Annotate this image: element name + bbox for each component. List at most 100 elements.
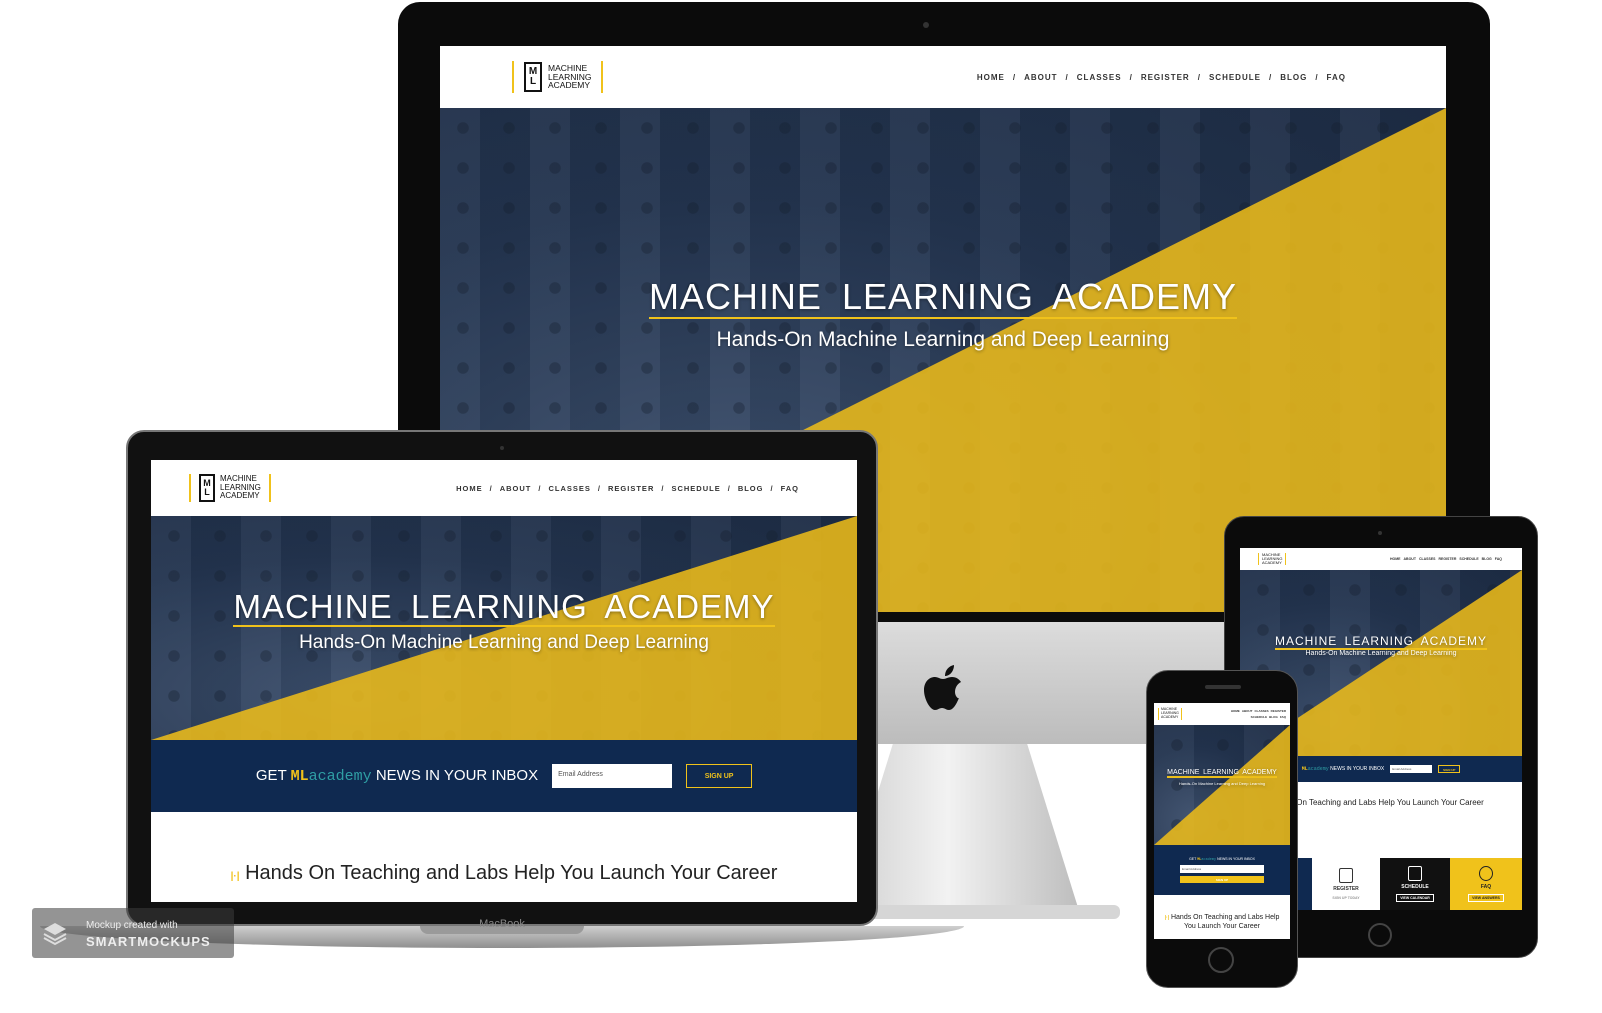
hero-title: MACHINE LEARNING ACADEMY [151, 588, 857, 627]
tile-cta: VIEW ANSWERS [1468, 894, 1504, 902]
hero-subtitle: Hands-On Machine Learning and Deep Learn… [1178, 781, 1266, 786]
macbook-camera [500, 446, 504, 450]
signup-button[interactable]: SIGN UP [1180, 876, 1264, 883]
macbook-screen: M L MACHINE LEARNING ACADEMY HOME / ABOUT… [151, 460, 857, 902]
calendar-icon [1408, 866, 1422, 881]
tile-label: SCHEDULE [1401, 884, 1429, 890]
menu-item-faq[interactable]: FAQ [1280, 715, 1286, 719]
menu-item-home[interactable]: HOME [1390, 557, 1401, 561]
hero-title-text: MACHINE LEARNING ACADEMY [648, 276, 1238, 319]
signup-button[interactable]: SIGN UP [686, 764, 753, 788]
menu-separator: / [597, 483, 602, 493]
menu-item-faq[interactable]: FAQ [1495, 557, 1502, 561]
site-navbar: M L MACHINE LEARNING ACADEMY HOME / ABOUT… [440, 46, 1446, 108]
section-heading: |·| Hands On Teaching and Labs Help You … [1154, 913, 1290, 931]
menu-separator: / [770, 483, 774, 493]
section-heading: |·| Hands On Teaching and Labs Help You … [151, 862, 857, 885]
menu-item-about[interactable]: ABOUT [1242, 709, 1253, 713]
newsletter-prefix: GET [255, 767, 287, 784]
menu-item-blog[interactable]: BLOG [1269, 715, 1278, 719]
logo-text: MACHINE LEARNING ACADEMY [220, 475, 261, 501]
heading-mark-icon: |·| [230, 871, 240, 882]
main-menu: HOME ABOUT CLASSES REGISTER SCHEDULE BLO… [1390, 557, 1502, 561]
hero-title: MACHINE LEARNING ACADEMY [440, 276, 1446, 319]
menu-item-classes[interactable]: CLASSES [1077, 73, 1122, 82]
logo-line: ACADEMY [1262, 560, 1282, 566]
tile-schedule[interactable]: SCHEDULE VIEW CALENDAR [1380, 858, 1450, 910]
menu-item-blog[interactable]: BLOG [738, 484, 764, 493]
hero-banner: MACHINE LEARNING ACADEMY Hands-On Machin… [151, 516, 857, 740]
question-icon [1479, 866, 1493, 881]
menu-item-schedule[interactable]: SCHEDULE [1459, 557, 1478, 561]
menu-item-classes[interactable]: CLASSES [548, 484, 590, 493]
menu-item-faq[interactable]: FAQ [781, 484, 799, 493]
logo-text: MACHINE LEARNING ACADEMY [548, 63, 591, 91]
watermark-line1: Mockup created with [86, 920, 178, 931]
iphone-screen: MACHINE LEARNING ACADEMY HOME ABOUT CLAS… [1154, 703, 1290, 939]
menu-separator: / [1129, 72, 1133, 82]
email-input[interactable]: Email Address [1390, 765, 1433, 773]
layers-icon [42, 920, 68, 946]
menu-separator: / [1268, 72, 1273, 82]
menu-item-about[interactable]: ABOUT [1404, 557, 1416, 561]
site-logo[interactable]: MACHINE LEARNING ACADEMY [1258, 552, 1287, 566]
menu-separator: / [1012, 72, 1017, 82]
section-heading-text: Hands On Teaching and Labs Help You Laun… [1170, 914, 1280, 931]
iphone-home-button[interactable] [1208, 947, 1234, 973]
site-logo[interactable]: M L MACHINE LEARNING ACADEMY [189, 474, 271, 502]
email-input[interactable]: Email Address [1180, 865, 1264, 873]
menu-item-register[interactable]: REGISTER [608, 484, 654, 493]
site-logo[interactable]: MACHINE LEARNING ACADEMY [1158, 708, 1182, 720]
menu-item-classes[interactable]: CLASSES [1254, 709, 1268, 713]
main-menu: HOME ABOUT CLASSES REGISTER SCHEDULE BLO… [1216, 709, 1286, 719]
menu-item-schedule[interactable]: SCHEDULE [671, 484, 720, 493]
menu-separator: / [727, 483, 731, 493]
menu-item-faq[interactable]: FAQ [1327, 73, 1346, 82]
menu-item-about[interactable]: ABOUT [500, 484, 532, 493]
newsletter-text: GET MLacademy NEWS IN YOUR INBOX [1189, 857, 1255, 862]
hero-banner: MACHINE LEARNING ACADEMY Hands-On Machin… [1154, 725, 1290, 845]
signup-button[interactable]: SIGN UP [1438, 765, 1461, 773]
menu-item-schedule[interactable]: SCHEDULE [1209, 73, 1261, 82]
email-input[interactable]: Email Address [552, 764, 673, 788]
tile-register[interactable]: REGISTER SIGN UP TODAY [1312, 858, 1380, 910]
logo-line: ACADEMY [220, 491, 260, 501]
newsletter-bar: GET MLacademy NEWS IN YOUR INBOX Email A… [1154, 845, 1290, 895]
menu-item-register[interactable]: REGISTER [1439, 557, 1457, 561]
menu-item-about[interactable]: ABOUT [1024, 73, 1057, 82]
newsletter-suffix: NEWS IN YOUR INBOX [1330, 766, 1385, 772]
smartmockups-watermark: Mockup created with SMARTMOCKUPS [32, 908, 234, 958]
ipad-home-button[interactable] [1368, 923, 1392, 947]
watermark-line2: SMARTMOCKUPS [86, 934, 211, 949]
newsletter-academy: academy [308, 768, 372, 785]
menu-item-home[interactable]: HOME [1231, 709, 1240, 713]
menu-item-classes[interactable]: CLASSES [1419, 557, 1436, 561]
newsletter-text: GET MLacademy NEWS IN YOUR INBOX [256, 767, 538, 785]
section-heading-text: Hands On Teaching and Labs Help You Laun… [245, 862, 778, 884]
main-menu: HOME / ABOUT / CLASSES / REGISTER / SCHEDULE… [977, 73, 1346, 82]
tile-faq[interactable]: FAQ VIEW ANSWERS [1450, 858, 1522, 910]
logo-line: ACADEMY [548, 80, 591, 91]
menu-item-register[interactable]: REGISTER [1141, 73, 1190, 82]
hero-title: MACHINE LEARNING ACADEMY [1154, 769, 1290, 778]
newsletter-ml: ML [290, 768, 309, 785]
logo-mark-icon: M L [524, 62, 542, 92]
site-logo[interactable]: M L MACHINE LEARNING ACADEMY [512, 61, 604, 93]
newsletter-academy: academy [1201, 858, 1217, 862]
menu-item-blog[interactable]: BLOG [1280, 73, 1307, 82]
menu-item-blog[interactable]: BLOG [1482, 557, 1492, 561]
tile-cta: VIEW CALENDAR [1396, 894, 1434, 902]
logo-line: ACADEMY [1161, 714, 1179, 719]
newsletter-suffix: NEWS IN YOUR INBOX [1217, 857, 1255, 861]
menu-item-register[interactable]: REGISTER [1271, 709, 1286, 713]
logo-text: MACHINE LEARNING ACADEMY [1262, 552, 1282, 566]
menu-separator: / [1065, 72, 1069, 82]
menu-separator: / [661, 483, 665, 493]
main-menu: HOME / ABOUT / CLASSES / REGISTER / SCHEDULE… [456, 484, 799, 493]
apple-logo-icon [923, 662, 967, 714]
menu-item-home[interactable]: HOME [456, 484, 483, 493]
logo-text: MACHINE LEARNING ACADEMY [1161, 708, 1179, 719]
tile-label: REGISTER [1333, 886, 1359, 892]
menu-item-schedule[interactable]: SCHEDULE [1251, 715, 1268, 719]
menu-item-home[interactable]: HOME [977, 73, 1005, 82]
